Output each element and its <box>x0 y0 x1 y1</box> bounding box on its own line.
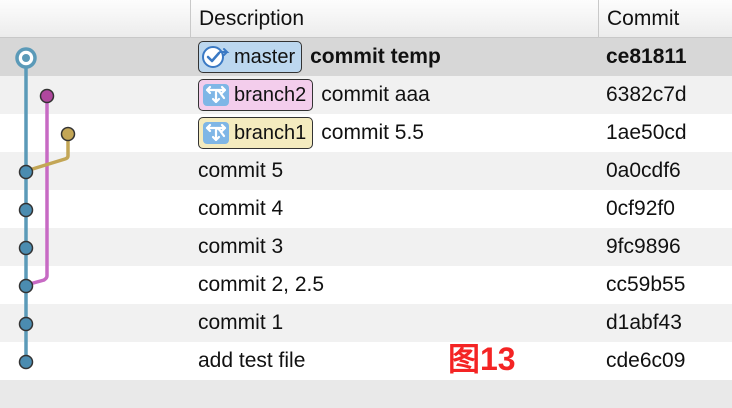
commit-hash: 6382c7d <box>606 83 687 106</box>
commit-hash: d1abf43 <box>606 311 682 334</box>
commit-message: commit 5.5 <box>321 121 424 144</box>
commit-hash: cde6c09 <box>606 349 686 372</box>
description-column-header[interactable]: Description <box>190 0 598 38</box>
branch-tag-label: branch1 <box>234 121 307 144</box>
commit-message: commit temp <box>310 45 441 68</box>
commit-column-header[interactable]: Commit <box>598 0 732 38</box>
commit-message: commit 3 <box>198 235 284 258</box>
commit-description: commit 2, 2.5 <box>198 266 324 304</box>
column-header: Graph Description Commit <box>0 0 732 70</box>
commit-message: commit 2, 2.5 <box>198 273 325 296</box>
commit-row[interactable]: commit 1 d1abf43 <box>0 304 732 342</box>
commit-description: commit 5 <box>198 152 283 190</box>
commit-hash: ce81811 <box>606 45 687 68</box>
commit-description: commit 4 <box>198 190 283 228</box>
commit-hash: 0a0cdf6 <box>606 159 681 182</box>
branch-tag-branch2[interactable]: branch2 <box>198 79 314 111</box>
commit-message: commit 4 <box>198 197 284 220</box>
commit-row[interactable]: add test file cde6c09 <box>0 342 732 380</box>
commit-hash: 9fc9896 <box>606 235 681 258</box>
branch-tag-master[interactable]: master <box>198 41 303 73</box>
commit-description: branch2 commit aaa <box>198 76 430 114</box>
branch-tag-label: branch2 <box>234 83 307 106</box>
commit-description: branch1 commit 5.5 <box>198 114 424 152</box>
commit-row[interactable]: master commit temp ce81811 <box>0 38 732 76</box>
commit-row[interactable]: commit 2, 2.5 cc59b55 <box>0 266 732 304</box>
commit-description: commit 1 <box>198 304 283 342</box>
branch-icon <box>203 84 229 106</box>
commit-description: add test file <box>198 342 305 380</box>
commit-hash: 1ae50cd <box>606 121 687 144</box>
commit-description: master commit temp <box>198 38 441 76</box>
commit-description: commit 3 <box>198 228 283 266</box>
commit-message: commit aaa <box>321 83 430 106</box>
figure-label: 图13 <box>448 341 516 377</box>
commit-row[interactable]: commit 4 0cf92f0 <box>0 190 732 228</box>
branch-icon <box>203 122 229 144</box>
commit-row[interactable]: branch1 commit 5.5 1ae50cd <box>0 114 732 152</box>
commit-hash: 0cf92f0 <box>606 197 675 220</box>
branch-tag-label: master <box>234 45 296 68</box>
commit-hash: cc59b55 <box>606 273 686 296</box>
branch-check-icon <box>202 46 230 68</box>
commit-message: commit 1 <box>198 311 284 334</box>
commit-row[interactable]: commit 3 9fc9896 <box>0 228 732 266</box>
commit-message: commit 5 <box>198 159 284 182</box>
branch-tag-branch1[interactable]: branch1 <box>198 117 314 149</box>
commit-row[interactable]: branch2 commit aaa 6382c7d <box>0 76 732 114</box>
commit-message: add test file <box>198 349 306 372</box>
commit-row[interactable]: commit 5 0a0cdf6 <box>0 152 732 190</box>
